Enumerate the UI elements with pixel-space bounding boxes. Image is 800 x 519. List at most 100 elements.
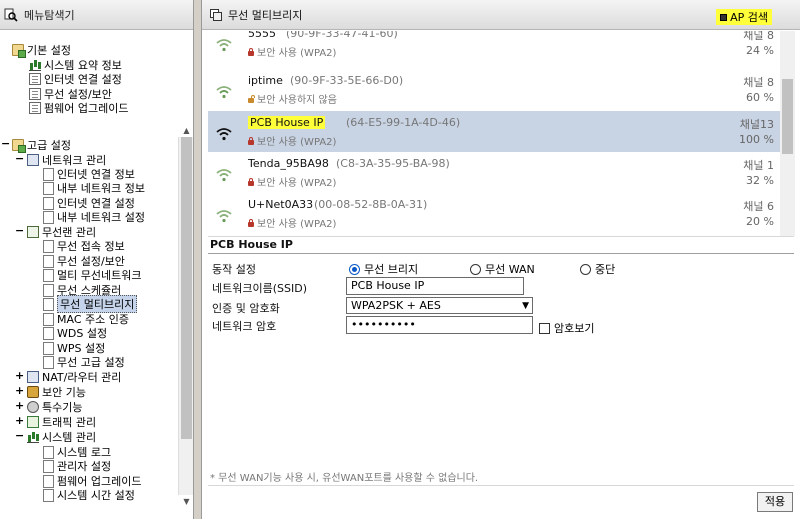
tree-item-system-firmware[interactable]: 펌웨어 업그레이드 <box>43 474 141 488</box>
tree-item-system-summary[interactable]: 시스템 요약 정보 <box>29 58 122 72</box>
ap-row-selected[interactable]: PCB House IP (64-E5-99-1A-4D-46) 보안 사용 (… <box>208 111 780 152</box>
tree-item-wireless-management[interactable]: 무선랜 관리 <box>27 225 96 239</box>
tree-item-mac-auth[interactable]: MAC 주소 인증 <box>43 312 129 326</box>
scrollbar-thumb[interactable] <box>181 137 192 439</box>
document-icon <box>29 73 41 85</box>
ap-signal: 32 % <box>746 174 774 187</box>
tree-item-wps[interactable]: WPS 설정 <box>43 341 105 355</box>
radio-button-checked[interactable] <box>349 263 360 275</box>
tree-item-wireless-security[interactable]: 무선 설정/보안 <box>29 87 112 101</box>
menu-tree: 기본 설정 시스템 요약 정보 인터넷 연결 설정 무선 설정/보안 펌웨어 업… <box>0 31 178 519</box>
router-icon <box>27 371 39 383</box>
search-icon <box>4 8 18 22</box>
page-icon <box>43 283 54 297</box>
page-title: 무선 멀티브리지 <box>228 8 303 22</box>
radio-wireless-wan[interactable]: 무선 WAN <box>470 261 535 277</box>
scroll-down-icon[interactable]: ▼ <box>179 495 194 508</box>
wifi-signal-icon <box>216 210 232 223</box>
radio-wireless-bridge[interactable]: 무선 브리지 <box>349 261 418 277</box>
mode-label: 동작 설정 <box>212 263 256 276</box>
tree-item-internet-config[interactable]: 인터넷 연결 설정 <box>43 196 135 210</box>
apply-button[interactable]: 적용 <box>757 492 793 512</box>
tree-item-traffic[interactable]: 트래픽 관리 <box>27 415 96 429</box>
expand-icon[interactable]: + <box>15 370 24 382</box>
system-chart-icon <box>27 431 39 443</box>
lock-icon <box>248 218 254 227</box>
tree-item-internet-info[interactable]: 인터넷 연결 정보 <box>43 167 135 181</box>
page-icon <box>43 167 54 181</box>
radio-button[interactable] <box>580 263 591 275</box>
show-password-checkbox[interactable]: 암호보기 <box>539 320 594 336</box>
auth-label: 인증 및 암호화 <box>212 302 280 315</box>
expand-icon[interactable]: + <box>15 400 24 412</box>
ap-row[interactable]: iptime (90-9F-33-5E-66-D0) 보안 사용하지 않음 채널… <box>208 69 780 110</box>
tree-item-firmware-upgrade[interactable]: 펌웨어 업그레이드 <box>29 101 128 115</box>
page-icon <box>43 474 54 488</box>
password-input[interactable]: •••••••••• <box>346 316 533 334</box>
tree-item-wireless-advanced[interactable]: 무선 고급 설정 <box>43 355 125 369</box>
tree-item-multi-ssid[interactable]: 멀티 무선네트워크 <box>43 268 141 282</box>
collapse-icon[interactable]: − <box>1 138 10 150</box>
ap-mac: (90-9F-33-47-41-60) <box>286 31 398 40</box>
ap-list-scrollbar[interactable] <box>780 31 795 236</box>
auth-select[interactable]: WPA2PSK + AES ▼ <box>346 297 533 314</box>
divider <box>208 485 794 486</box>
page-icon <box>43 196 54 210</box>
tree-item-lan-config[interactable]: 내부 네트워크 설정 <box>43 210 145 224</box>
tree-item-wireless-setting-security[interactable]: 무선 설정/보안 <box>43 254 125 268</box>
collapse-icon[interactable]: − <box>15 430 24 442</box>
tree-item-system-management[interactable]: 시스템 관리 <box>27 430 96 444</box>
ap-security: 보안 사용 (WPA2) <box>248 174 336 189</box>
tree-item-security[interactable]: 보안 기능 <box>27 385 86 399</box>
menu-explorer-header: 메뉴탐색기 <box>0 0 193 30</box>
tree-item-wireless-multibridge[interactable]: 무선 멀티브리지 <box>43 295 138 313</box>
tree-item-admin-setting[interactable]: 관리자 설정 <box>43 459 111 473</box>
tree-item-basic-settings[interactable]: 기본 설정 <box>12 43 71 58</box>
wifi-signal-icon <box>216 86 232 99</box>
ap-mac: (90-9F-33-5E-66-D0) <box>290 74 404 87</box>
search-ap-icon <box>720 13 728 21</box>
network-icon <box>27 154 39 166</box>
traffic-icon <box>27 416 39 428</box>
scrollbar-thumb[interactable] <box>782 79 793 154</box>
ap-row[interactable]: Tenda_95BA98 (C8-3A-35-95-BA-98) 보안 사용 (… <box>208 152 780 193</box>
ap-row[interactable]: 5555 (90-9F-33-47-41-60) 보안 사용 (WPA2) 채널… <box>208 31 780 63</box>
expand-icon[interactable]: + <box>15 415 24 427</box>
radio-stop[interactable]: 중단 <box>580 261 615 277</box>
ap-list: 5555 (90-9F-33-47-41-60) 보안 사용 (WPA2) 채널… <box>208 31 794 236</box>
unlock-icon <box>248 94 255 103</box>
tree-item-system-log[interactable]: 시스템 로그 <box>43 445 111 459</box>
menu-explorer-title: 메뉴탐색기 <box>24 8 75 22</box>
tree-item-wireless-access-info[interactable]: 무선 접속 정보 <box>43 239 125 253</box>
expand-icon[interactable]: + <box>15 385 24 397</box>
tree-item-internet-setup[interactable]: 인터넷 연결 설정 <box>29 72 122 86</box>
ssid-input[interactable]: PCB House IP <box>346 277 524 295</box>
collapse-icon[interactable]: − <box>15 153 24 165</box>
tree-item-network-management[interactable]: 네트워크 관리 <box>27 153 106 167</box>
password-label: 네트워크 암호 <box>212 320 277 333</box>
ap-search-button[interactable]: AP 검색 <box>716 9 772 25</box>
ap-mac: (C8-3A-35-95-BA-98) <box>336 157 450 170</box>
lock-icon <box>248 177 254 186</box>
checkbox[interactable] <box>539 322 550 334</box>
lock-icon <box>27 386 39 398</box>
settings-folder-icon <box>12 139 26 153</box>
page-icon <box>43 210 54 224</box>
collapse-icon[interactable]: − <box>15 225 24 237</box>
sidebar-scrollbar[interactable]: ▲ ▼ <box>178 126 193 506</box>
menu-explorer-panel: 메뉴탐색기 기본 설정 시스템 요약 정보 인터넷 연결 설정 무선 설정/보안… <box>0 0 194 519</box>
tree-item-special-features[interactable]: 특수기능 <box>27 400 82 414</box>
tree-item-nat-router[interactable]: NAT/라우터 관리 <box>27 370 121 384</box>
ap-security: 보안 사용하지 않음 <box>248 91 337 106</box>
radio-button[interactable] <box>470 263 481 275</box>
tree-item-system-time[interactable]: 시스템 시간 설정 <box>43 488 135 502</box>
scroll-up-icon[interactable]: ▲ <box>179 124 194 137</box>
tree-item-advanced-settings[interactable]: 고급 설정 <box>12 138 71 153</box>
ap-mac: (00-08-52-8B-0A-31) <box>314 198 428 211</box>
ap-search-label: AP 검색 <box>730 11 768 24</box>
tree-item-lan-info[interactable]: 내부 네트워크 정보 <box>43 181 145 195</box>
tree-item-wds[interactable]: WDS 설정 <box>43 326 107 340</box>
page-icon <box>43 459 54 473</box>
window-icon <box>210 8 222 21</box>
ap-row[interactable]: U+Net0A33 (00-08-52-8B-0A-31) 보안 사용 (WPA… <box>208 193 780 234</box>
